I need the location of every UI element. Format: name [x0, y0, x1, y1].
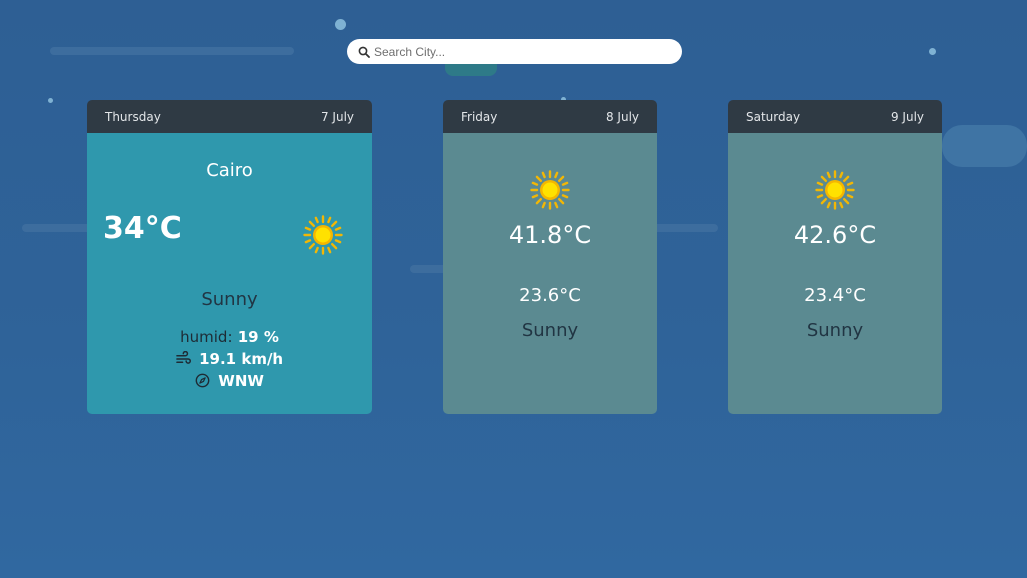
max-temperature: 41.8°C [508, 221, 592, 249]
humidity-row: humid: 19 % [87, 326, 372, 348]
search-input[interactable] [374, 44, 664, 59]
day-label: Thursday [105, 109, 161, 124]
date-label: 9 July [890, 109, 924, 124]
background-dot [929, 48, 936, 55]
today-weather-card: Thursday 7 July Cairo 34°C Sunny humid: [87, 100, 372, 414]
card-body: 42.6°C 23.4°C Sunny [728, 133, 942, 414]
background-dot [48, 98, 53, 103]
sun-icon [303, 215, 343, 255]
humidity-label: humid: [180, 328, 233, 346]
sun-icon [530, 170, 570, 210]
wind-speed-row: 19.1 km/h [87, 348, 372, 370]
date-label: 8 July [605, 109, 639, 124]
card-header: Friday 8 July [443, 100, 657, 133]
date-label: 7 July [320, 109, 354, 124]
card-body: 41.8°C 23.6°C Sunny [443, 133, 657, 414]
min-temperature: 23.6°C [519, 285, 581, 306]
search-bar[interactable] [347, 39, 682, 64]
wind-direction-value: WNW [218, 372, 264, 390]
sun-icon [815, 170, 855, 210]
background-dot [335, 19, 346, 30]
background-cloud [942, 125, 1027, 167]
current-temperature: 34°C [103, 211, 182, 246]
max-temperature: 42.6°C [793, 221, 877, 249]
weather-condition: Sunny [806, 320, 864, 341]
weather-details: humid: 19 % 19.1 km/h WNW [87, 326, 372, 392]
forecast-card: Friday 8 July 41.8°C 23.6°C Sunny [443, 100, 657, 414]
card-body: Cairo 34°C Sunny humid: 19 % 19.1 km/h W… [87, 133, 372, 414]
weather-condition: Sunny [201, 289, 258, 310]
wind-icon [176, 350, 191, 364]
compass-icon [195, 373, 210, 388]
weather-condition: Sunny [521, 320, 579, 341]
city-name: Cairo [206, 160, 253, 181]
wind-direction-row: WNW [87, 370, 372, 392]
card-header: Saturday 9 July [728, 100, 942, 133]
search-icon [358, 46, 370, 58]
humidity-value: 19 % [237, 328, 279, 346]
wind-speed-value: 19.1 km/h [199, 350, 284, 368]
background-streak [50, 47, 294, 55]
forecast-card: Saturday 9 July 42.6°C 23.4°C Sunny [728, 100, 942, 414]
min-temperature: 23.4°C [804, 285, 866, 306]
card-header: Thursday 7 July [87, 100, 372, 133]
day-label: Friday [461, 109, 498, 124]
background-cloud [445, 62, 497, 76]
day-label: Saturday [746, 109, 801, 124]
